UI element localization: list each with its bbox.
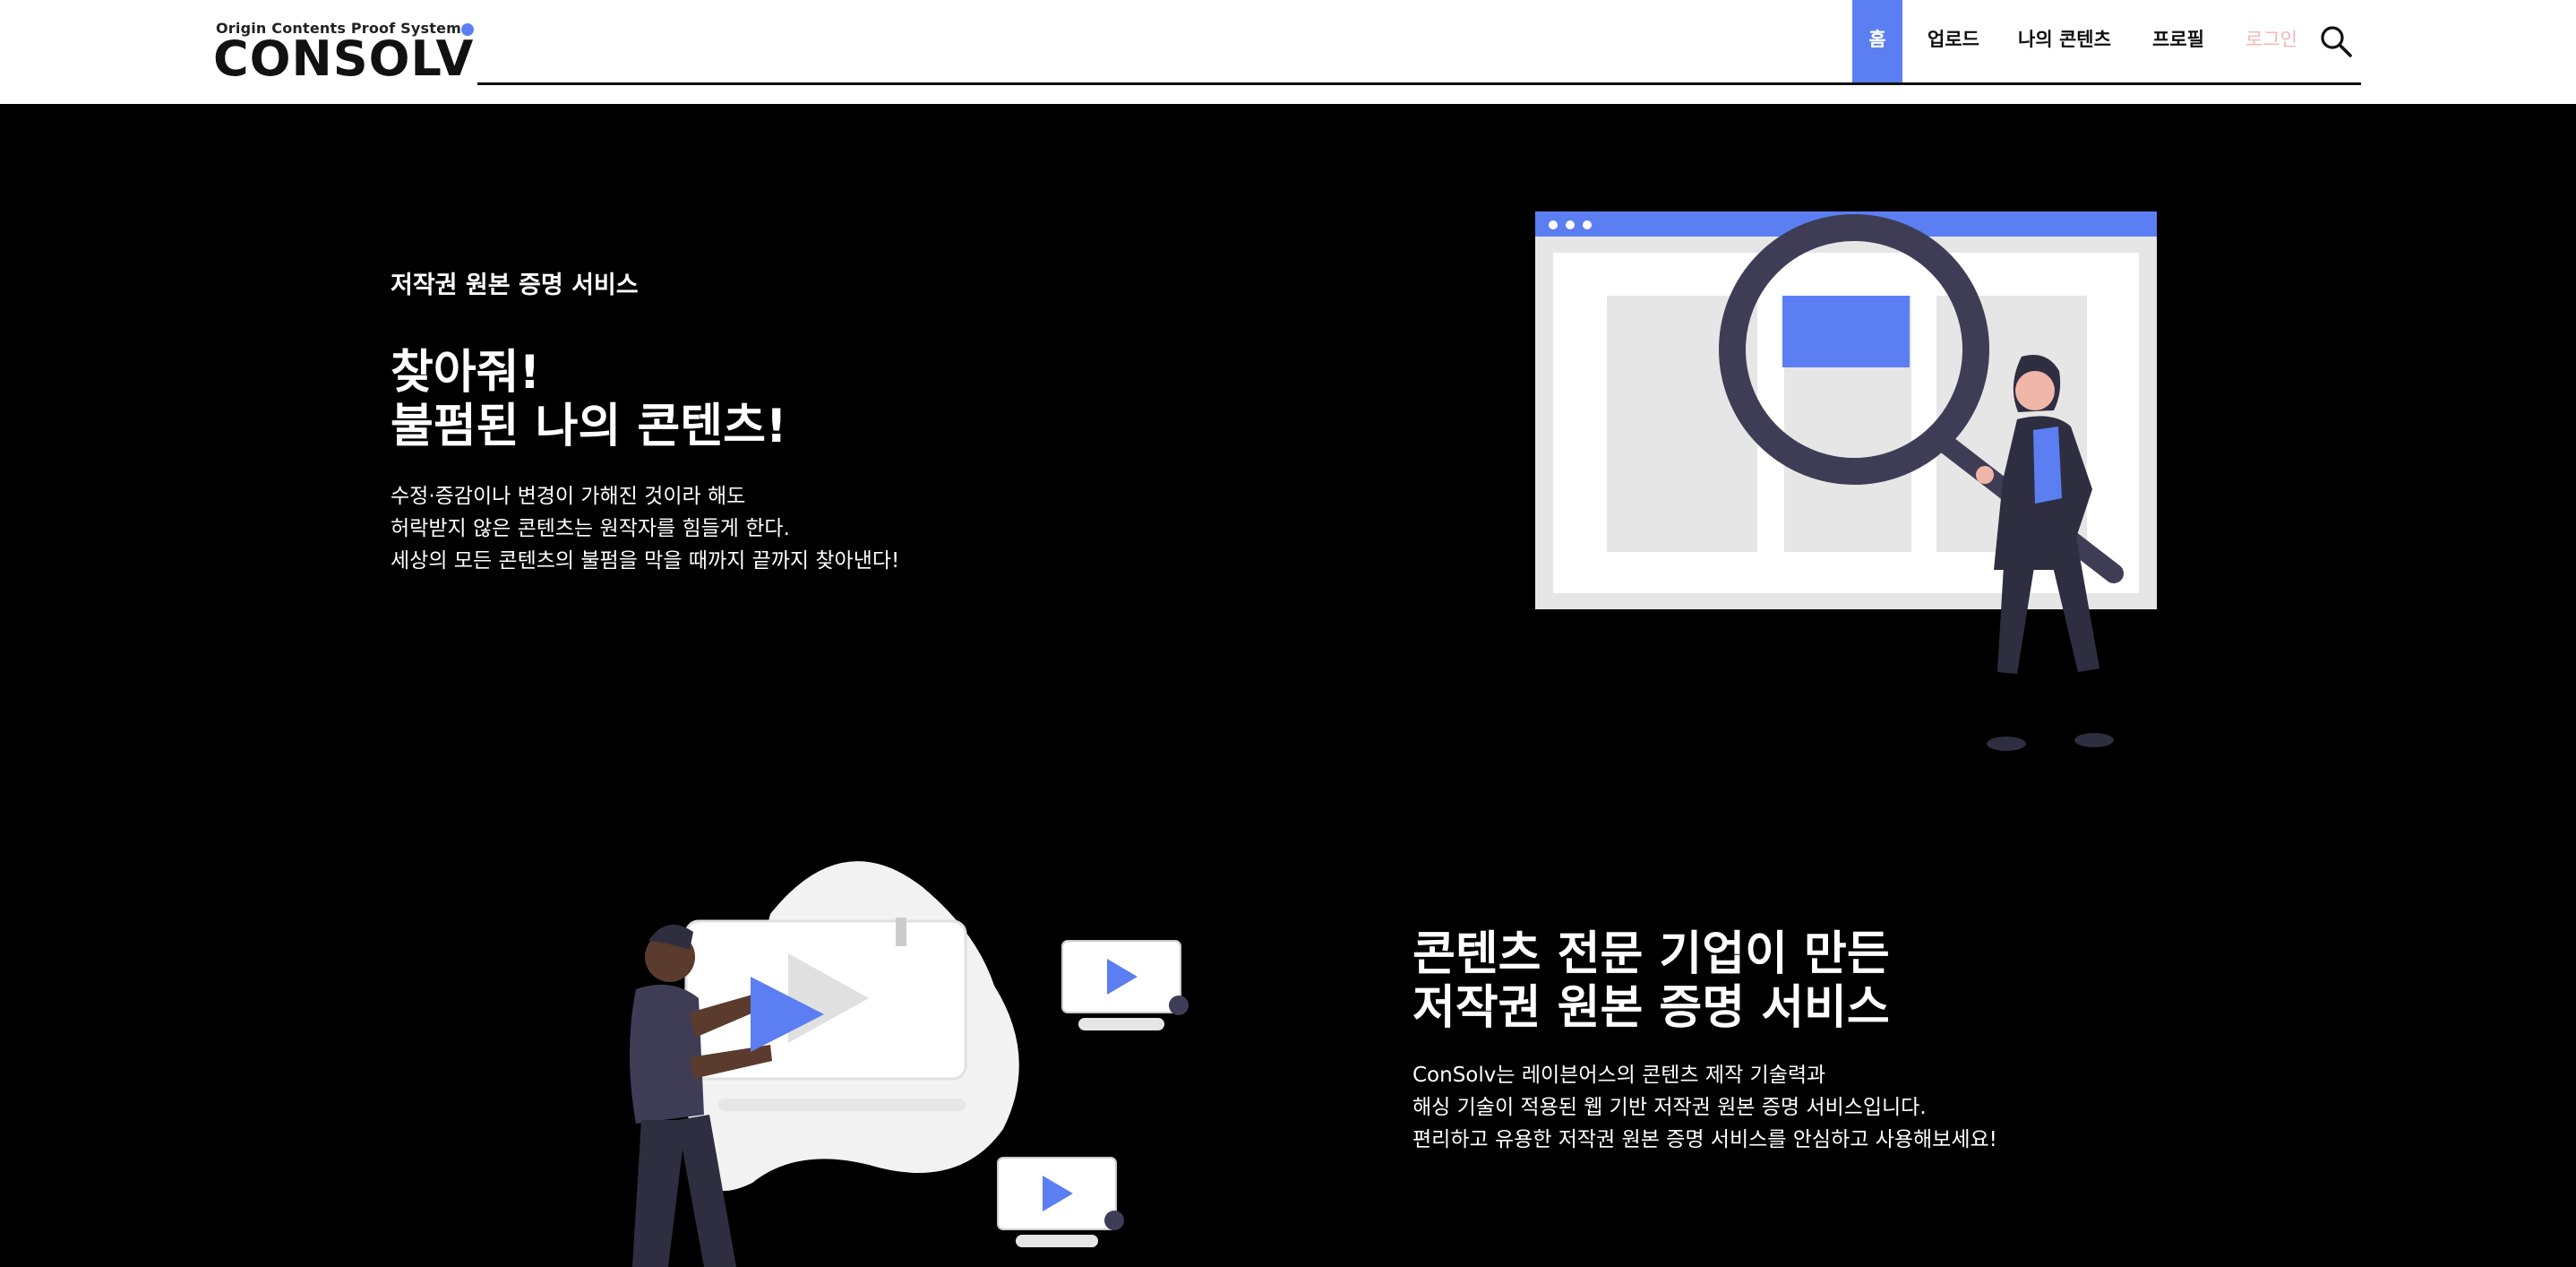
hero-desc-line: 허락받지 않은 콘텐츠는 원작자를 힘들게 한다. (391, 517, 790, 540)
hero-tag: 저작권 원본 증명 서비스 (391, 272, 639, 299)
nav-login[interactable]: 로그인 (2236, 0, 2307, 82)
nav-underline (477, 82, 2361, 85)
feature-desc-line: ConSolv는 레이븐어스의 콘텐츠 제작 기술력과 (1413, 1064, 1826, 1087)
hero-desc-line: 수정·증감이나 변경이 가해진 것이라 해도 (391, 485, 746, 508)
hero-title-line: 찾아줘! (391, 346, 541, 400)
header: Origin Contents Proof System CONSOLV 홈 업… (0, 0, 2576, 104)
hero-title: 찾아줘! 불펌된 나의 콘텐츠! (391, 346, 787, 453)
logo-wordmark: CONSOLV (213, 30, 475, 87)
nav-upload[interactable]: 업로드 (1917, 0, 1990, 82)
nav-profile[interactable]: 프로필 (2142, 0, 2214, 82)
hero-desc-line: 세상의 모든 콘텐츠의 불펌을 막을 때까지 끝까지 찾아낸다! (391, 549, 900, 573)
feature-desc-line: 해싱 기술이 적용된 웹 기반 저작권 원본 증명 서비스입니다. (1413, 1096, 1927, 1119)
feature-title: 콘텐츠 전문 기업이 만든 저작권 원본 증명 서비스 (1413, 927, 1890, 1035)
hero-title-line: 불펌된 나의 콘텐츠! (391, 400, 787, 453)
logo[interactable]: Origin Contents Proof System CONSOLV (213, 20, 482, 86)
nav-home[interactable]: 홈 (1852, 0, 1902, 82)
hero-description: 수정·증감이나 변경이 가해진 것이라 해도 허락받지 않은 콘텐츠는 원작자를… (391, 480, 899, 577)
feature-desc-line: 편리하고 유용한 저작권 원본 증명 서비스를 안심하고 사용해보세요! (1413, 1128, 1997, 1151)
search-icon[interactable] (2318, 23, 2354, 59)
video-illustration (630, 861, 1189, 1267)
feature-title-line: 저작권 원본 증명 서비스 (1413, 981, 1890, 1035)
nav-my-contents[interactable]: 나의 콘텐츠 (2012, 0, 2117, 82)
search-illustration (1535, 211, 2157, 751)
feature-title-line: 콘텐츠 전문 기업이 만든 (1413, 927, 1890, 981)
feature-description: ConSolv는 레이븐어스의 콘텐츠 제작 기술력과 해싱 기술이 적용된 웹… (1413, 1059, 1997, 1156)
